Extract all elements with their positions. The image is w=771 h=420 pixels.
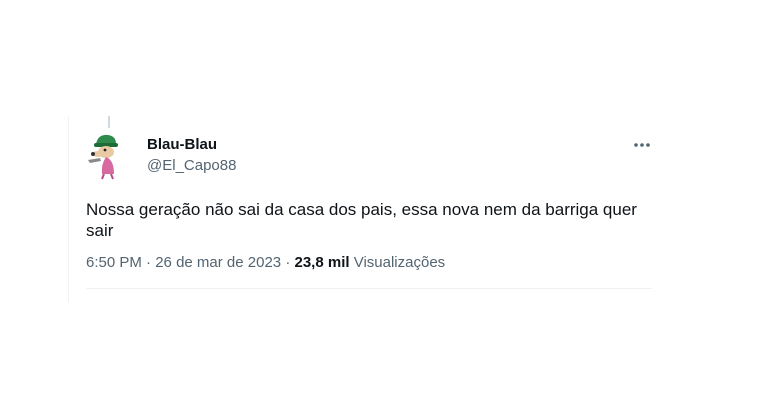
thread-border	[68, 116, 69, 302]
tweet-text: Nossa geração não sai da casa dos pais, …	[86, 200, 637, 240]
more-options-button[interactable]	[632, 135, 652, 155]
tweet-meta: 6:50 PM · 26 de mar de 2023 · 23,8 mil V…	[86, 254, 445, 271]
views-label: Visualizações	[353, 254, 446, 271]
tweet-time[interactable]: 6:50 PM	[86, 254, 142, 271]
views-count: 23,8 mil	[294, 254, 350, 271]
display-name[interactable]: Blau-Blau	[147, 136, 217, 153]
avatar[interactable]	[84, 130, 128, 180]
meta-separator: ·	[146, 254, 152, 271]
thread-line	[108, 116, 110, 128]
cartoon-avatar-icon	[88, 134, 118, 180]
tweet-date[interactable]: 26 de mar de 2023	[155, 254, 281, 271]
more-horizontal-icon	[634, 143, 650, 147]
meta-separator: ·	[285, 254, 291, 271]
user-handle[interactable]: @El_Capo88	[147, 157, 236, 174]
divider	[86, 288, 652, 289]
